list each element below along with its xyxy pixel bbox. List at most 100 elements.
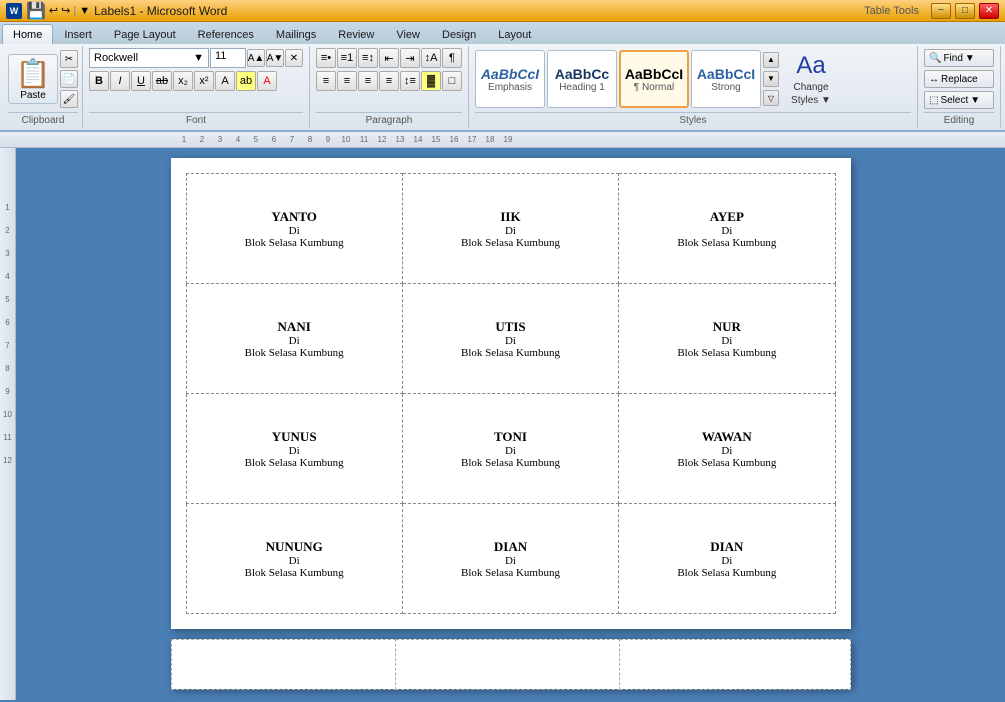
- bold-button[interactable]: B: [89, 71, 109, 91]
- strikethrough-button[interactable]: ab: [152, 71, 172, 91]
- customize-icon[interactable]: ▼: [79, 5, 90, 17]
- label-sub2-2-0: Blok Selasa Kumbung: [195, 457, 394, 469]
- superscript-button[interactable]: x²: [194, 71, 214, 91]
- close-button[interactable]: ✕: [979, 3, 999, 19]
- justify-button[interactable]: ≡: [379, 71, 399, 91]
- ribbon-content: 📋 Paste ✂ 📄 🖌 Clipboard Rockwell ▼: [0, 44, 1005, 130]
- align-right-button[interactable]: ≡: [358, 71, 378, 91]
- line-spacing-button[interactable]: ↕≡: [400, 71, 420, 91]
- styles-scroll: ▲ ▼ ▽: [763, 50, 779, 108]
- style-heading1[interactable]: AaBbCc Heading 1: [547, 50, 617, 108]
- multilevel-list-button[interactable]: ≡↕: [358, 48, 378, 68]
- select-button[interactable]: ⬚ Select ▼: [924, 91, 994, 109]
- page-1: YANTO Di Blok Selasa Kumbung IIK Di Blok…: [171, 158, 851, 629]
- label-name-2-2: WAWAN: [627, 429, 826, 445]
- numbering-button[interactable]: ≡1: [337, 48, 357, 68]
- text-highlight-button[interactable]: ab: [236, 71, 256, 91]
- title-bar-left: W 💾 ↩ ↪ | ▼ Labels1 - Microsoft Word: [6, 1, 227, 21]
- font-size-increase-button[interactable]: A▲: [247, 49, 265, 67]
- subscript-button[interactable]: x₂: [173, 71, 193, 91]
- find-icon: 🔍: [929, 53, 941, 64]
- tab-view[interactable]: View: [385, 24, 431, 44]
- label-name-0-0: YANTO: [195, 209, 394, 225]
- style-normal[interactable]: AaBbCcI ¶ Normal: [619, 50, 689, 108]
- copy-button[interactable]: 📄: [60, 70, 78, 88]
- tab-review[interactable]: Review: [327, 24, 385, 44]
- font-color-button[interactable]: A: [257, 71, 277, 91]
- undo-icon[interactable]: ↩: [49, 4, 58, 17]
- tools-title: Table Tools: [864, 5, 919, 17]
- align-center-button[interactable]: ≡: [337, 71, 357, 91]
- ruler-mark-12: 12: [373, 135, 391, 144]
- styles-scroll-down[interactable]: ▼: [763, 71, 779, 87]
- tab-home[interactable]: Home: [2, 24, 53, 44]
- vertical-ruler: 1 2 3 4 5 6 7 8 9 10 11 12: [0, 148, 16, 700]
- label-sub-2-0: Di: [195, 445, 394, 457]
- tab-mailings[interactable]: Mailings: [265, 24, 327, 44]
- tab-design[interactable]: Design: [431, 24, 487, 44]
- sort-button[interactable]: ↕A: [421, 48, 441, 68]
- underline-button[interactable]: U: [131, 71, 151, 91]
- find-dropdown[interactable]: ▼: [965, 53, 975, 64]
- ruler-mark-15: 15: [427, 135, 445, 144]
- font-size-box[interactable]: 11: [210, 48, 246, 68]
- text-effect-button[interactable]: A: [215, 71, 235, 91]
- label-sub2-1-0: Blok Selasa Kumbung: [195, 347, 394, 359]
- italic-button[interactable]: I: [110, 71, 130, 91]
- ruler-mark-6: 6: [265, 135, 283, 144]
- style-emphasis[interactable]: AaBbCcI Emphasis: [475, 50, 545, 108]
- ruler-mark-11: 11: [355, 135, 373, 144]
- font-name-box[interactable]: Rockwell ▼: [89, 48, 209, 68]
- ruler-mark-9: 9: [319, 135, 337, 144]
- increase-indent-button[interactable]: ⇥: [400, 48, 420, 68]
- font-row-2: B I U ab x₂ x² A ab A: [89, 71, 277, 91]
- bullets-button[interactable]: ≡•: [316, 48, 336, 68]
- ruler-mark-18: 18: [481, 135, 499, 144]
- label-name-3-2: DIAN: [627, 539, 826, 555]
- ruler-mark-1: 1: [175, 135, 193, 144]
- find-button[interactable]: 🔍 Find ▼: [924, 49, 994, 67]
- select-dropdown[interactable]: ▼: [970, 95, 980, 106]
- tab-page-layout[interactable]: Page Layout: [103, 24, 187, 44]
- font-size-decrease-button[interactable]: A▼: [266, 49, 284, 67]
- font-group: Rockwell ▼ 11 A▲ A▼ ✕ B I U ab x₂ x: [83, 46, 310, 128]
- normal-label: ¶ Normal: [634, 82, 674, 93]
- label-cell-1-0: NANI Di Blok Selasa Kumbung: [186, 284, 402, 394]
- format-painter-button[interactable]: 🖌: [60, 90, 78, 108]
- shading-button[interactable]: ▓: [421, 71, 441, 91]
- show-paragraph-button[interactable]: ¶: [442, 48, 462, 68]
- style-strong[interactable]: AaBbCcI Strong: [691, 50, 761, 108]
- save-icon[interactable]: 💾: [26, 1, 46, 21]
- title-bar: W 💾 ↩ ↪ | ▼ Labels1 - Microsoft Word Tab…: [0, 0, 1005, 22]
- redo-icon[interactable]: ↪: [61, 4, 70, 17]
- ruler-mark-4: 4: [229, 135, 247, 144]
- page2-cell-1: [171, 640, 395, 690]
- emphasis-label: Emphasis: [488, 82, 532, 93]
- decrease-indent-button[interactable]: ⇤: [379, 48, 399, 68]
- align-left-button[interactable]: ≡: [316, 71, 336, 91]
- cut-button[interactable]: ✂: [60, 50, 78, 68]
- find-label: Find: [943, 53, 962, 64]
- styles-scroll-up[interactable]: ▲: [763, 52, 779, 68]
- styles-expand[interactable]: ▽: [763, 90, 779, 106]
- paragraph-content: ≡• ≡1 ≡↕ ⇤ ⇥ ↕A ¶ ≡ ≡ ≡ ≡ ↕≡ ▓ □: [316, 48, 462, 110]
- tab-insert[interactable]: Insert: [53, 24, 103, 44]
- maximize-button[interactable]: □: [955, 3, 975, 19]
- minimize-button[interactable]: −: [931, 3, 951, 19]
- borders-button[interactable]: □: [442, 71, 462, 91]
- ruler-mark-17: 17: [463, 135, 481, 144]
- label-sub-0-1: Di: [411, 225, 610, 237]
- label-sub2-0-2: Blok Selasa Kumbung: [627, 237, 826, 249]
- tab-layout[interactable]: Layout: [487, 24, 542, 44]
- paste-button[interactable]: 📋 Paste: [8, 54, 58, 104]
- tab-references[interactable]: References: [187, 24, 265, 44]
- replace-button[interactable]: ↔ Replace: [924, 70, 994, 88]
- ribbon-tabs: Home Insert Page Layout References Maili…: [0, 22, 1005, 44]
- ruler-mark-14: 14: [409, 135, 427, 144]
- clear-formatting-button[interactable]: ✕: [285, 49, 303, 67]
- change-styles-button[interactable]: Aa Change Styles ▼: [781, 50, 841, 108]
- select-label: Select: [940, 95, 968, 106]
- label-cell-3-0: NUNUNG Di Blok Selasa Kumbung: [186, 504, 402, 614]
- font-dropdown-icon[interactable]: ▼: [193, 52, 204, 64]
- label-cell-3-2: DIAN Di Blok Selasa Kumbung: [619, 504, 835, 614]
